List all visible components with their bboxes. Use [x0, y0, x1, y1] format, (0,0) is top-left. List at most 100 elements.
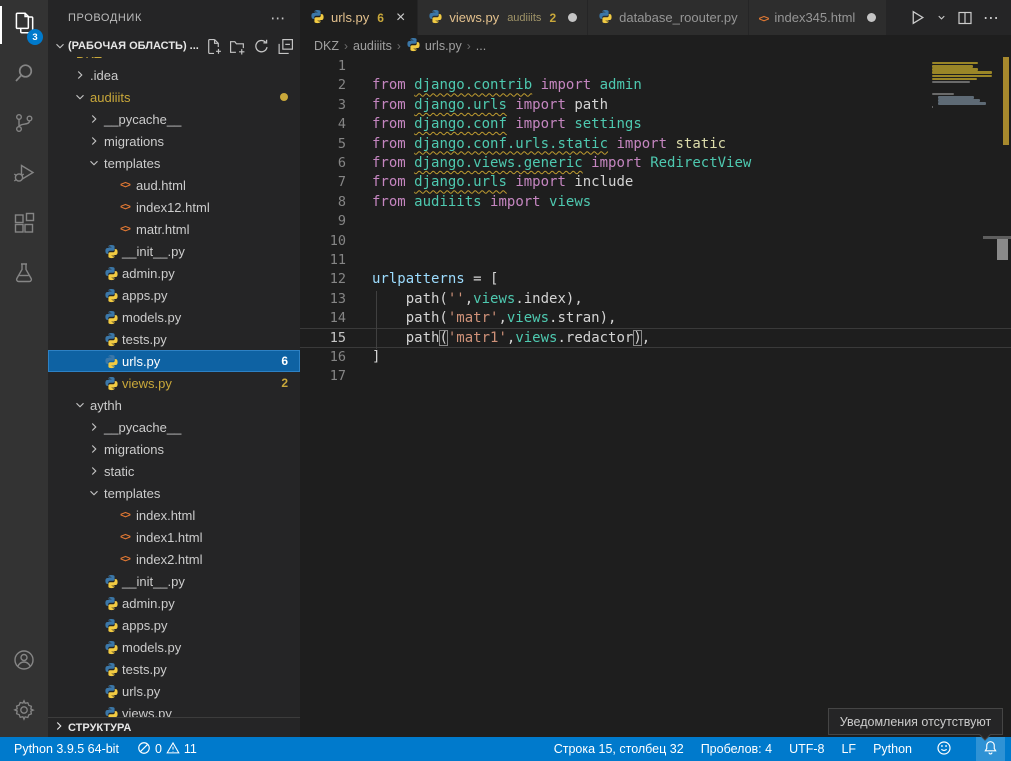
- code-line-3[interactable]: 3from django.urls import path: [300, 96, 1011, 115]
- tree-item-index1-html[interactable]: <>index1.html: [48, 526, 300, 548]
- code-line-11[interactable]: 11: [300, 251, 1011, 270]
- run-icon[interactable]: [906, 6, 929, 30]
- tab-index345-html[interactable]: <>index345.html: [749, 0, 888, 35]
- tab-database-roouter-py[interactable]: database_roouter.py: [588, 0, 749, 35]
- tree-item-aud-html[interactable]: <>aud.html: [48, 174, 300, 196]
- code-line-16[interactable]: 16]: [300, 348, 1011, 367]
- tree-item-migrations[interactable]: migrations: [48, 438, 300, 460]
- tree-item-models-py[interactable]: models.py: [48, 306, 300, 328]
- tree-item-label: migrations: [102, 134, 164, 149]
- status-feedback[interactable]: [929, 737, 959, 761]
- tab-urls-py[interactable]: urls.py6×: [300, 0, 418, 35]
- status-problems[interactable]: 011: [137, 741, 197, 758]
- tree-item-index2-html[interactable]: <>index2.html: [48, 548, 300, 570]
- status-indentation[interactable]: Пробелов: 4: [701, 742, 772, 756]
- line-content: [346, 212, 372, 231]
- code-editor[interactable]: 12from django.contrib import admin3from …: [300, 57, 1011, 737]
- code-line-7[interactable]: 7from django.urls import include: [300, 173, 1011, 192]
- code-line-10[interactable]: 10: [300, 232, 1011, 251]
- code-line-1[interactable]: 1: [300, 57, 1011, 76]
- tree-item-index-html[interactable]: <>index.html: [48, 504, 300, 526]
- more-actions-icon[interactable]: ⋯: [980, 6, 1003, 30]
- more-actions-icon[interactable]: ⋯: [266, 9, 290, 27]
- code-line-14[interactable]: 14 path('matr',views.stran),: [300, 309, 1011, 328]
- tree-item-idea[interactable]: .idea: [48, 64, 300, 86]
- activity-item-settings[interactable]: [0, 687, 48, 737]
- status-language-mode[interactable]: Python: [873, 742, 912, 756]
- sidebar-title: ПРОВОДНИК: [68, 12, 142, 24]
- tree-item-static[interactable]: static: [48, 460, 300, 482]
- collapse-all-icon[interactable]: [276, 37, 294, 55]
- tree-item-init-py[interactable]: __init__.py: [48, 570, 300, 592]
- tree-item-aythh[interactable]: aythh: [48, 394, 300, 416]
- new-file-icon[interactable]: [204, 37, 222, 55]
- python-file-icon: [102, 310, 120, 325]
- breadcrumb-item-dkz[interactable]: DKZ: [314, 39, 339, 53]
- breadcrumb-item-audiiits[interactable]: audiiits: [353, 39, 392, 53]
- line-content: from audiiits import views: [346, 193, 591, 212]
- status-encoding[interactable]: UTF-8: [789, 742, 824, 756]
- breadcrumb-item-urls-py[interactable]: urls.py: [406, 37, 462, 55]
- code-line-12[interactable]: 12urlpatterns = [: [300, 270, 1011, 289]
- tree-item-admin-py[interactable]: admin.py: [48, 592, 300, 614]
- tree-item-audiiits[interactable]: audiiits: [48, 86, 300, 108]
- refresh-icon[interactable]: [252, 37, 270, 55]
- minimap[interactable]: [928, 59, 1000, 179]
- activity-item-source-control[interactable]: [0, 100, 48, 150]
- status-notifications[interactable]: [976, 737, 1005, 761]
- tree-item-views-py[interactable]: views.py: [48, 702, 300, 717]
- activity-item-testing[interactable]: [0, 250, 48, 300]
- tree-item-tests-py[interactable]: tests.py: [48, 658, 300, 680]
- activity-item-run-debug[interactable]: [0, 150, 48, 200]
- line-content: path('matr1',views.redactor),: [346, 329, 650, 346]
- code-line-6[interactable]: 6from django.views.generic import Redire…: [300, 154, 1011, 173]
- tab-views-py[interactable]: views.pyaudiiits2: [418, 0, 588, 35]
- explorer-sidebar: ПРОВОДНИК ⋯ (РАБОЧАЯ ОБЛАСТЬ) ... DKZ.id…: [48, 0, 300, 737]
- tree-item-init-py[interactable]: __init__.py: [48, 240, 300, 262]
- tree-item-matr-html[interactable]: <>matr.html: [48, 218, 300, 240]
- code-line-8[interactable]: 8from audiiits import views: [300, 193, 1011, 212]
- split-editor-icon[interactable]: [954, 6, 976, 30]
- tree-item-views-py[interactable]: views.py2: [48, 372, 300, 394]
- tree-item-templates[interactable]: templates: [48, 152, 300, 174]
- close-icon[interactable]: ×: [390, 10, 407, 26]
- tree-item-apps-py[interactable]: apps.py: [48, 614, 300, 636]
- tree-item-templates[interactable]: templates: [48, 482, 300, 504]
- outline-section-header[interactable]: СТРУКТУРА: [48, 717, 300, 737]
- activity-item-explorer[interactable]: 3: [0, 0, 48, 50]
- tree-item-urls-py[interactable]: urls.py: [48, 680, 300, 702]
- activity-item-search[interactable]: [0, 50, 48, 100]
- tree-item-apps-py[interactable]: apps.py: [48, 284, 300, 306]
- status-cursor-position[interactable]: Строка 15, столбец 32: [554, 742, 684, 756]
- scrollbar-slider[interactable]: [997, 239, 1008, 260]
- debug-icon: [12, 161, 36, 190]
- code-line-4[interactable]: 4from django.conf import settings: [300, 115, 1011, 134]
- breadcrumb-item--[interactable]: ...: [476, 39, 486, 53]
- tree-item-pycache[interactable]: __pycache__: [48, 416, 300, 438]
- activity-item-account[interactable]: [0, 637, 48, 687]
- line-content: [346, 251, 372, 270]
- tree-item-label: __init__.py: [120, 244, 185, 259]
- tree-item-migrations[interactable]: migrations: [48, 130, 300, 152]
- code-line-2[interactable]: 2from django.contrib import admin: [300, 76, 1011, 95]
- code-line-17[interactable]: 17: [300, 367, 1011, 386]
- workspace-section-header[interactable]: (РАБОЧАЯ ОБЛАСТЬ) ...: [48, 35, 300, 57]
- code-line-13[interactable]: 13 path('',views.index),: [300, 290, 1011, 309]
- tree-item-models-py[interactable]: models.py: [48, 636, 300, 658]
- code-line-15[interactable]: 15 path('matr1',views.redactor),: [300, 328, 1011, 347]
- code-line-9[interactable]: 9: [300, 212, 1011, 231]
- status-eol[interactable]: LF: [841, 742, 856, 756]
- tree-item-tests-py[interactable]: tests.py: [48, 328, 300, 350]
- status-python-interpreter[interactable]: Python 3.9.5 64-bit: [14, 742, 119, 756]
- code-line-5[interactable]: 5from django.conf.urls.static import sta…: [300, 135, 1011, 154]
- editor-actions: ⋯: [906, 0, 1011, 35]
- new-folder-icon[interactable]: [228, 37, 246, 55]
- chevron-down-icon: [86, 156, 102, 170]
- tree-item-admin-py[interactable]: admin.py: [48, 262, 300, 284]
- python-file-icon: [102, 684, 120, 699]
- run-dropdown-icon[interactable]: [933, 6, 950, 30]
- tree-item-urls-py[interactable]: urls.py6: [48, 350, 300, 372]
- tree-item-pycache[interactable]: __pycache__: [48, 108, 300, 130]
- activity-item-extensions[interactable]: [0, 200, 48, 250]
- tree-item-index12-html[interactable]: <>index12.html: [48, 196, 300, 218]
